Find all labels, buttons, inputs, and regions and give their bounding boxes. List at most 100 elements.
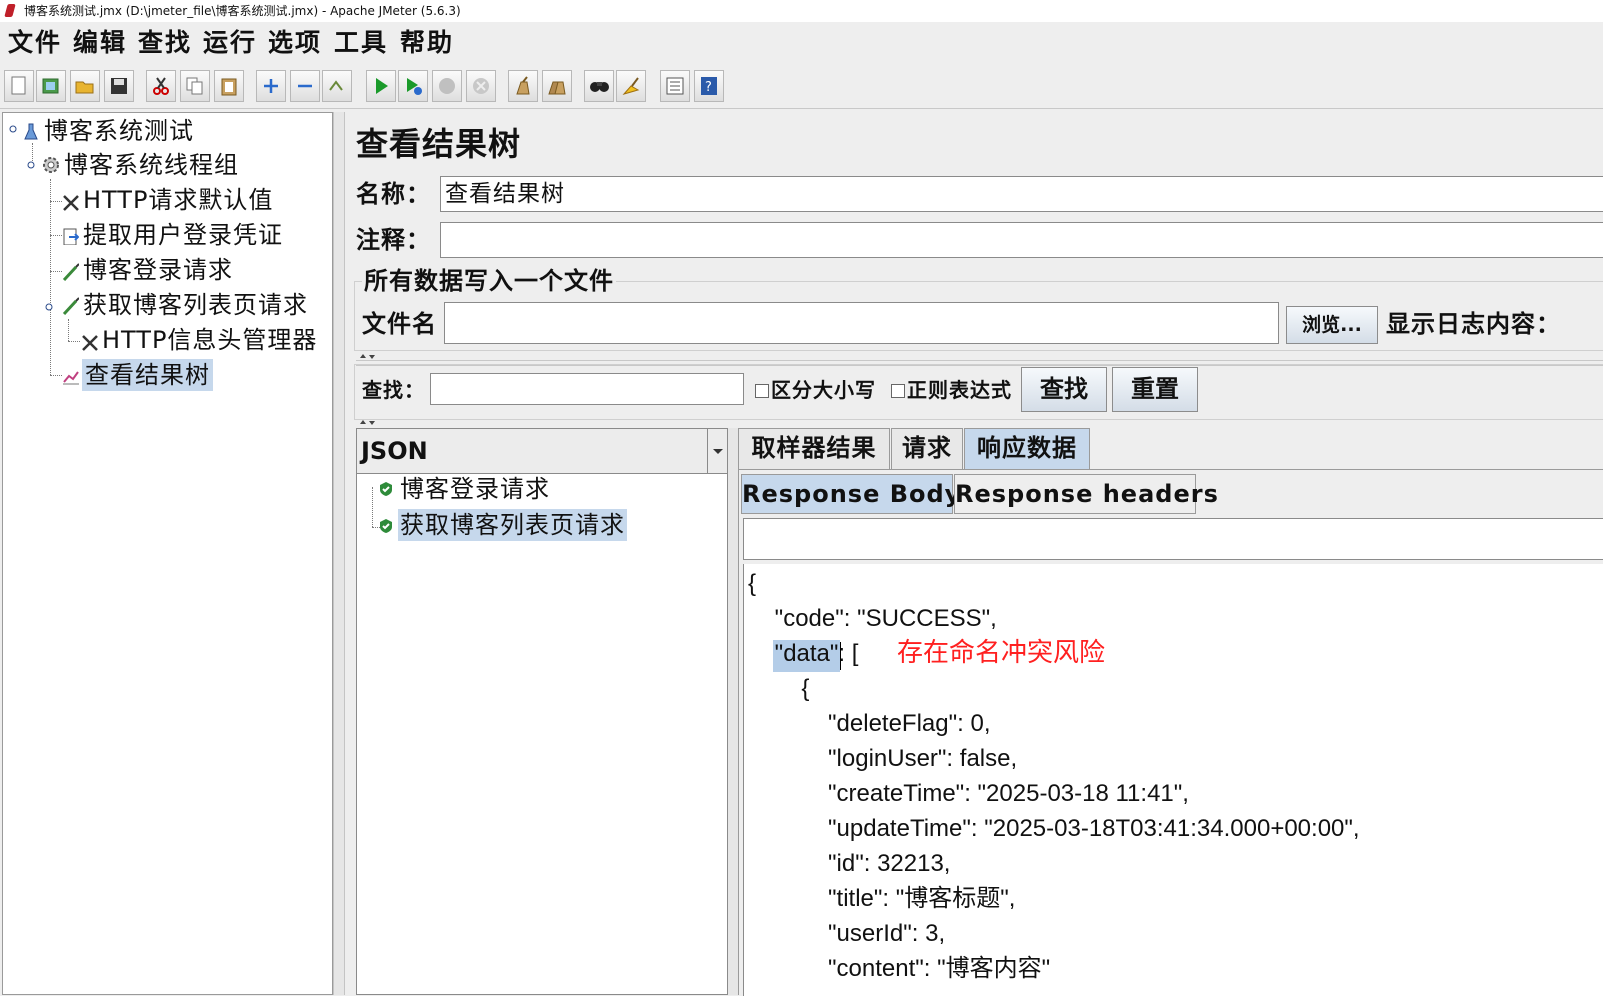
stop-icon[interactable] bbox=[432, 70, 462, 102]
json-line: "createTime": "2025-03-18 11:41", bbox=[748, 780, 1189, 807]
gear-icon bbox=[43, 157, 59, 173]
toolbar: ? bbox=[0, 66, 1603, 109]
search-input[interactable] bbox=[430, 373, 744, 405]
tree-item-blog-list-request[interactable]: 获取博客列表页请求 bbox=[83, 289, 308, 321]
tree-item-view-results-tree[interactable]: 查看结果树 bbox=[82, 359, 213, 391]
regex-label: 正则表达式 bbox=[907, 378, 1012, 402]
help-icon[interactable]: ? bbox=[694, 70, 724, 102]
regex-checkbox[interactable] bbox=[891, 384, 905, 398]
browse-button[interactable]: 浏览... bbox=[1286, 306, 1378, 344]
tree-item-extractor[interactable]: 提取用户登录凭证 bbox=[83, 219, 283, 251]
clear-all-icon[interactable] bbox=[542, 70, 572, 102]
menu-options[interactable]: 选项 bbox=[268, 26, 322, 60]
json-line: { bbox=[748, 570, 757, 597]
expand-icon[interactable] bbox=[256, 70, 286, 102]
save-icon[interactable] bbox=[104, 70, 134, 102]
wrench-icon bbox=[82, 335, 98, 351]
search-icon[interactable] bbox=[584, 70, 614, 102]
copy-icon[interactable] bbox=[180, 70, 210, 102]
menu-search[interactable]: 查找 bbox=[138, 26, 192, 60]
tab-request[interactable]: 请求 bbox=[891, 428, 963, 470]
name-field[interactable]: 查看结果树 bbox=[440, 176, 1603, 212]
tree-item-test-plan[interactable]: 博客系统测试 bbox=[44, 115, 194, 147]
tree-toggle-icon[interactable] bbox=[43, 301, 61, 319]
json-line: "code": "SUCCESS", bbox=[748, 605, 997, 632]
name-label: 名称： bbox=[356, 180, 431, 208]
menu-bar: 文件 编辑 查找 运行 选项 工具 帮助 bbox=[0, 22, 1603, 62]
sampler-icon bbox=[62, 297, 79, 315]
result-item-blog-list[interactable]: 获取博客列表页请求 bbox=[398, 509, 627, 541]
response-filter-field[interactable] bbox=[743, 518, 1603, 560]
subtab-response-body[interactable]: Response Body bbox=[741, 474, 960, 514]
case-sensitive-label: 区分大小写 bbox=[771, 378, 876, 402]
json-line: "updateTime": "2025-03-18T03:41:34.000+0… bbox=[748, 815, 1360, 842]
renderer-select-value: JSON bbox=[361, 437, 428, 465]
listener-chart-icon bbox=[63, 371, 79, 385]
tree-item-thread-group[interactable]: 博客系统线程组 bbox=[64, 149, 239, 181]
test-plan-icon bbox=[24, 123, 38, 140]
chevron-down-icon bbox=[713, 449, 723, 454]
success-shield-icon bbox=[380, 519, 392, 533]
json-line: { bbox=[748, 675, 810, 702]
toggle-icon[interactable] bbox=[322, 70, 352, 102]
window-title: 博客系统测试.jmx (D:\jmeter_file\博客系统测试.jmx) -… bbox=[24, 4, 461, 18]
success-shield-icon bbox=[380, 482, 392, 496]
text-cursor bbox=[840, 642, 841, 670]
case-sensitive-checkbox[interactable] bbox=[755, 384, 769, 398]
start-icon[interactable] bbox=[366, 70, 396, 102]
log-content-label: 显示日志内容： bbox=[1386, 310, 1561, 338]
sampler-icon bbox=[62, 263, 79, 281]
tree-item-login-request[interactable]: 博客登录请求 bbox=[83, 254, 233, 286]
response-body-text[interactable]: { "code": "SUCCESS", "data": [ { "delete… bbox=[743, 564, 1603, 996]
reset-button[interactable]: 重置 bbox=[1112, 367, 1198, 412]
renderer-dropdown[interactable] bbox=[707, 429, 728, 473]
page-title: 查看结果树 bbox=[356, 125, 522, 163]
results-split-divider[interactable] bbox=[728, 428, 738, 995]
divider-arrows-icon[interactable] bbox=[358, 418, 380, 428]
start-no-pause-icon[interactable] bbox=[398, 70, 428, 102]
menu-help[interactable]: 帮助 bbox=[400, 26, 454, 60]
response-data-pane: Response Body Response headers { "code":… bbox=[738, 469, 1603, 996]
find-button[interactable]: 查找 bbox=[1021, 367, 1107, 412]
open-icon[interactable] bbox=[70, 70, 100, 102]
reset-search-icon[interactable] bbox=[616, 70, 646, 102]
clear-icon[interactable] bbox=[508, 70, 538, 102]
function-helper-icon[interactable] bbox=[660, 70, 690, 102]
results-list-panel: JSON 博客登录请求 获取博客列表页请求 bbox=[356, 428, 728, 995]
result-item-login[interactable]: 博客登录请求 bbox=[400, 473, 550, 505]
extractor-icon bbox=[63, 228, 79, 245]
tree-item-header-manager[interactable]: HTTP信息头管理器 bbox=[102, 324, 317, 356]
comment-field[interactable] bbox=[440, 222, 1603, 258]
renderer-select[interactable]: JSON bbox=[357, 429, 727, 474]
subtab-response-headers[interactable]: Response headers bbox=[954, 474, 1218, 514]
menu-run[interactable]: 运行 bbox=[203, 26, 257, 60]
menu-tools[interactable]: 工具 bbox=[334, 26, 388, 60]
json-line: "deleteFlag": 0, bbox=[748, 710, 991, 737]
templates-icon[interactable] bbox=[36, 70, 66, 102]
shutdown-icon[interactable] bbox=[466, 70, 496, 102]
menu-file[interactable]: 文件 bbox=[8, 26, 62, 60]
tab-sampler-result[interactable]: 取样器结果 bbox=[738, 428, 890, 470]
file-name-label: 文件名 bbox=[362, 310, 437, 338]
cut-icon[interactable] bbox=[146, 70, 176, 102]
json-line: "data": [ bbox=[748, 640, 859, 667]
paste-icon[interactable] bbox=[214, 70, 244, 102]
split-pane-divider[interactable] bbox=[333, 112, 345, 995]
new-icon[interactable] bbox=[4, 70, 34, 102]
menu-edit[interactable]: 编辑 bbox=[73, 26, 127, 60]
collapse-icon[interactable] bbox=[290, 70, 320, 102]
tab-response-data[interactable]: 响应数据 bbox=[964, 428, 1090, 470]
search-label: 查找： bbox=[362, 378, 425, 402]
comment-label: 注释： bbox=[356, 226, 431, 254]
file-section-title: 所有数据写入一个文件 bbox=[362, 265, 616, 297]
annotation-naming-conflict: 存在命名冲突风险 bbox=[897, 638, 1106, 668]
svg-text:?: ? bbox=[705, 80, 712, 95]
json-line: "content": "博客内容" bbox=[748, 955, 1051, 982]
jmeter-logo-icon bbox=[4, 4, 16, 17]
json-line: "userId": 3, bbox=[748, 920, 946, 947]
file-name-field[interactable] bbox=[444, 302, 1279, 344]
json-line: "id": 32213, bbox=[748, 850, 951, 877]
tree-item-http-defaults[interactable]: HTTP请求默认值 bbox=[83, 184, 273, 216]
json-line: "loginUser": false, bbox=[748, 745, 1018, 772]
view-results-tree-panel: 查看结果树 名称： 查看结果树 注释： 所有数据写入一个文件 文件名 浏览...… bbox=[346, 112, 1603, 996]
